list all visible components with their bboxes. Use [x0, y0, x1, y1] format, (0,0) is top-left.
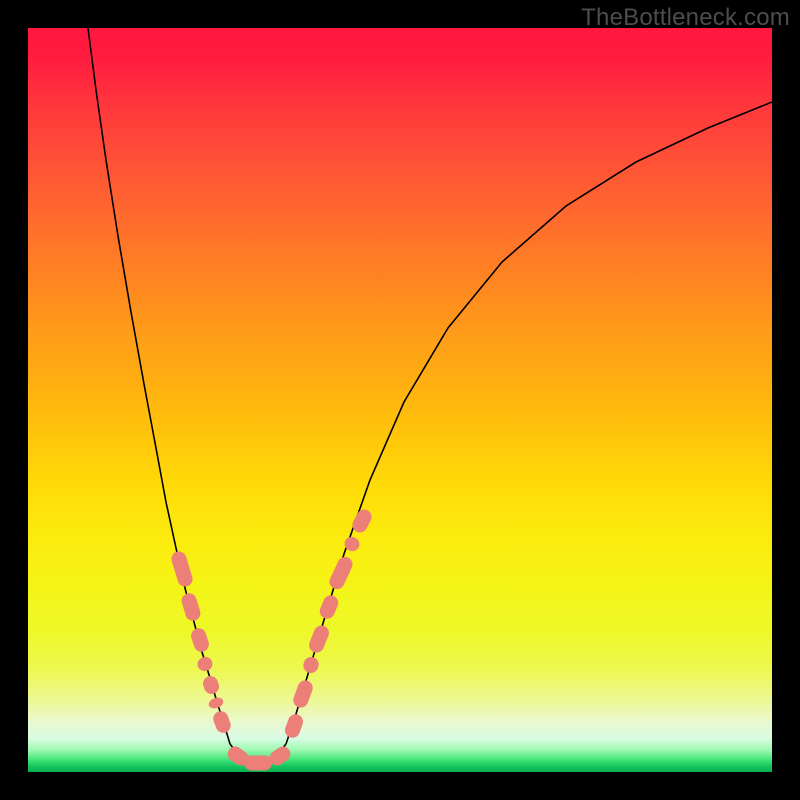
bead	[317, 593, 340, 621]
chart-svg	[28, 28, 772, 772]
plot-area	[28, 28, 772, 772]
bead	[201, 674, 221, 696]
bead	[196, 655, 215, 673]
curve-left-branch	[88, 28, 230, 744]
bead	[327, 554, 355, 591]
watermark-text: TheBottleneck.com	[581, 4, 790, 32]
outer-frame: TheBottleneck.com	[0, 0, 800, 800]
bead	[189, 626, 211, 653]
bead	[307, 623, 331, 655]
bead	[291, 678, 315, 709]
bead	[170, 550, 195, 589]
bead	[211, 709, 233, 735]
bead	[180, 591, 203, 622]
bead	[207, 696, 224, 710]
curve-group	[88, 28, 772, 763]
bead	[350, 507, 375, 535]
curve-right-branch	[286, 102, 772, 744]
bead	[244, 756, 272, 771]
bead	[283, 712, 305, 740]
bead-group	[170, 507, 375, 771]
bead	[301, 655, 321, 675]
